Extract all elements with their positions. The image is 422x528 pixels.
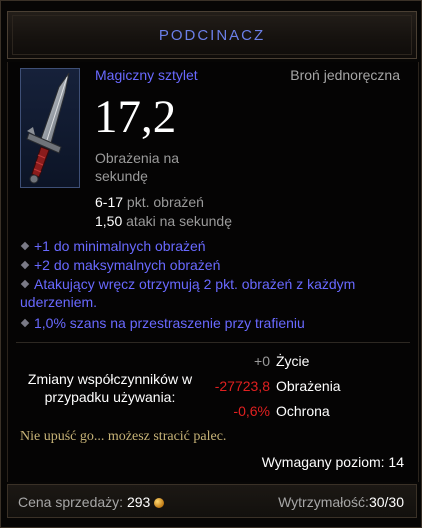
affix-min-damage: +1 do minimalnych obrażeń bbox=[20, 237, 410, 255]
speed-value: 1,50 bbox=[95, 213, 123, 229]
affix-bullet-icon bbox=[20, 241, 30, 251]
sell-price-label: Cena sprzedaży: bbox=[18, 494, 124, 510]
durability-value: 30/30 bbox=[368, 494, 404, 510]
affix-thorns: Atakujący wręcz otrzymują 2 pkt. obrażeń… bbox=[20, 276, 356, 310]
affix-fear: 1,0% szans na przestraszenie przy trafie… bbox=[20, 314, 410, 332]
damage-stat: 6-17 pkt. obrażeń bbox=[95, 194, 204, 210]
sell-price-value: 293 bbox=[126, 494, 151, 510]
tooltip-footer: Cena sprzedaży: 293 Wytrzymałość:30/30 bbox=[7, 484, 417, 518]
item-slot: Broń jednoręczna bbox=[290, 67, 400, 83]
affix-max-damage: +2 do maksymalnych obrażeń bbox=[20, 256, 410, 274]
item-tooltip: PODCINACZ Magiczny sztylet Broń jednoręc… bbox=[0, 0, 422, 528]
stat-change-value: -27723,8 bbox=[214, 378, 270, 394]
dagger-icon bbox=[26, 72, 70, 184]
stat-changes-label: Zmiany współczynników w przypadku używan… bbox=[27, 371, 193, 405]
stat-change-row: -0,6% Ochrona bbox=[198, 403, 398, 419]
required-level: Wymagany poziom: 14 bbox=[261, 454, 404, 470]
stat-change-name: Ochrona bbox=[276, 403, 330, 419]
gold-coin-icon bbox=[154, 498, 165, 508]
item-name: PODCINACZ bbox=[158, 27, 266, 44]
speed-stat: 1,50 ataki na sekundę bbox=[95, 213, 232, 229]
stat-change-value: +0 bbox=[254, 353, 270, 369]
speed-label: ataki na sekundę bbox=[126, 213, 232, 229]
item-icon-frame bbox=[20, 68, 80, 188]
durability-label: Wytrzymałość: bbox=[278, 494, 369, 510]
dps-value: 17,2 bbox=[94, 91, 177, 143]
item-type: Magiczny sztylet bbox=[95, 67, 198, 83]
sell-price: Cena sprzedaży: 293 bbox=[18, 494, 165, 510]
divider bbox=[16, 342, 410, 343]
damage-label: pkt. obrażeń bbox=[126, 194, 204, 210]
durability: Wytrzymałość:30/30 bbox=[278, 494, 404, 510]
affix-bullet-icon bbox=[20, 260, 30, 270]
stat-change-value: -0,6% bbox=[233, 403, 270, 419]
stat-change-row: +0 Życie bbox=[198, 353, 398, 369]
stat-change-name: Życie bbox=[276, 353, 310, 369]
tooltip-body: Magiczny sztylet Broń jednoręczna 17,2 O… bbox=[7, 62, 419, 482]
dps-label: Obrażenia na sekundę bbox=[95, 150, 180, 184]
affix-bullet-icon bbox=[20, 279, 30, 289]
stat-change-name: Obrażenia bbox=[276, 378, 341, 394]
affix-bullet-icon bbox=[20, 318, 30, 328]
tooltip-header: PODCINACZ bbox=[7, 11, 417, 59]
flavor-text: Nie upuść go... możesz stracić palec. bbox=[20, 429, 227, 444]
stat-change-row: -27723,8 Obrażenia bbox=[198, 378, 398, 394]
damage-value: 6-17 bbox=[95, 194, 124, 210]
